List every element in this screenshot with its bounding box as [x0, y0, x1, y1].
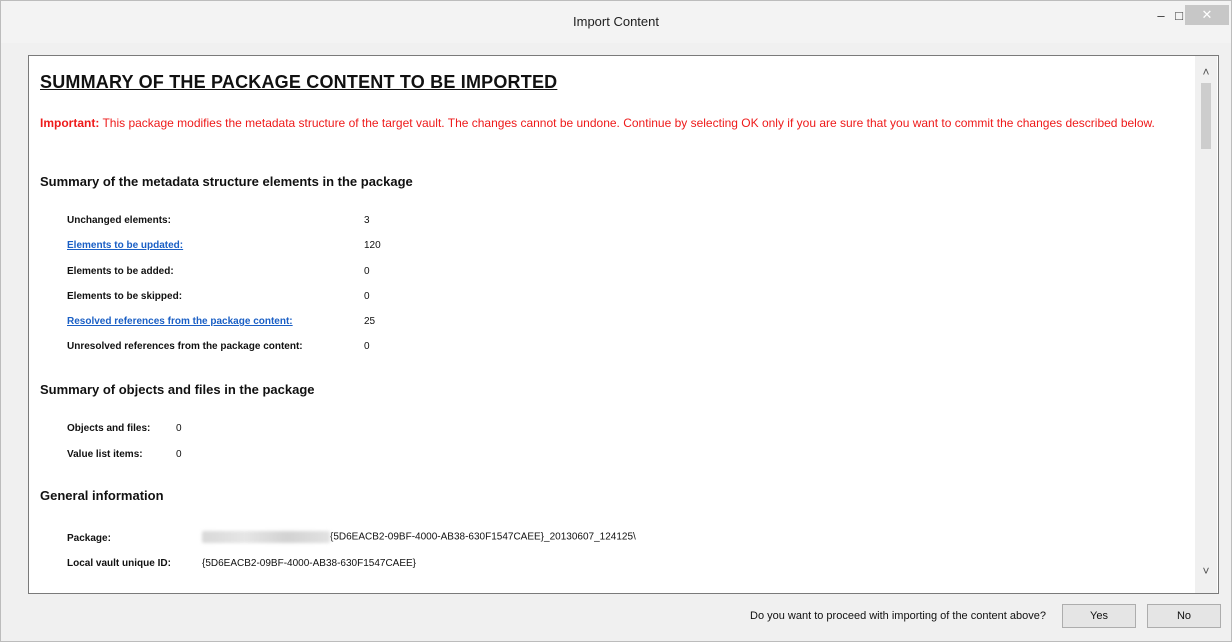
elements-to-be-skipped-value: 0 [364, 291, 370, 302]
no-button[interactable]: No [1147, 604, 1221, 628]
metadata-section-title: Summary of the metadata structure elemen… [40, 174, 413, 189]
elements-to-be-updated-link[interactable]: Elements to be updated: [67, 240, 183, 251]
resolved-references-value: 25 [364, 316, 376, 327]
objects-and-files-value: 0 [176, 423, 182, 434]
elements-to-be-added-label: Elements to be added: [67, 266, 174, 277]
important-text: This package modifies the metadata struc… [99, 116, 1155, 130]
redacted-path [202, 531, 330, 543]
elements-to-be-skipped-label: Elements to be skipped: [67, 291, 183, 302]
scroll-thumb[interactable] [1201, 83, 1211, 149]
important-label: Important: [40, 116, 100, 130]
import-content-window: Import Content – □ ✕ SUMMARY OF THE PACK… [0, 0, 1232, 642]
page-title: SUMMARY OF THE PACKAGE CONTENT TO BE IMP… [40, 72, 558, 92]
scroll-down-icon[interactable]: ˅ [1195, 561, 1217, 581]
package-label: Package: [67, 533, 111, 544]
vertical-scrollbar[interactable]: ˄ ˅ [1195, 56, 1217, 593]
value-list-items-value: 0 [176, 449, 182, 460]
elements-to-be-updated-value: 120 [364, 240, 381, 251]
window-title: Import Content [573, 14, 659, 29]
package-value: {5D6EACB2-09BF-4000-AB38-630F1547CAEE}_2… [202, 531, 636, 543]
value-list-items-label: Value list items: [67, 449, 143, 460]
resolved-references-link[interactable]: Resolved references from the package con… [67, 316, 293, 327]
important-notice: Important: This package modifies the met… [40, 116, 1180, 131]
close-button[interactable]: ✕ [1185, 5, 1229, 25]
content-frame: SUMMARY OF THE PACKAGE CONTENT TO BE IMP… [28, 55, 1219, 594]
unchanged-elements-value: 3 [364, 215, 370, 226]
unresolved-references-value: 0 [364, 341, 370, 352]
summary-content: SUMMARY OF THE PACKAGE CONTENT TO BE IMP… [29, 56, 1193, 593]
objects-and-files-label: Objects and files: [67, 423, 151, 434]
objects-section-title: Summary of objects and files in the pack… [40, 382, 315, 397]
local-vault-id-label: Local vault unique ID: [67, 558, 171, 569]
unchanged-elements-label: Unchanged elements: [67, 215, 171, 226]
general-section-title: General information [40, 488, 164, 503]
elements-to-be-added-value: 0 [364, 266, 370, 277]
yes-button[interactable]: Yes [1062, 604, 1136, 628]
scroll-up-icon[interactable]: ˄ [1195, 62, 1217, 82]
title-bar[interactable]: Import Content – □ ✕ [1, 1, 1231, 43]
package-id-text: {5D6EACB2-09BF-4000-AB38-630F1547CAEE}_2… [330, 531, 636, 543]
proceed-question: Do you want to proceed with importing of… [750, 610, 1046, 622]
unresolved-references-label: Unresolved references from the package c… [67, 341, 303, 352]
local-vault-id-value: {5D6EACB2-09BF-4000-AB38-630F1547CAEE} [202, 558, 417, 569]
